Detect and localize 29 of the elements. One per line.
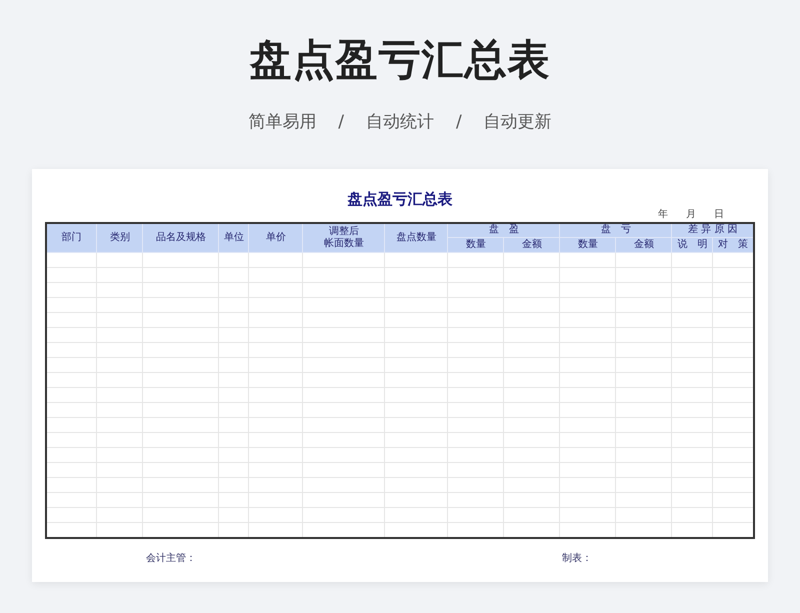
column-header: 单价 [248,222,303,252]
column-header: 部门 [46,222,97,252]
date-label: 年 [658,208,668,220]
column-header: 金额 [616,238,672,252]
column-group-header: 盘 亏 [560,222,672,238]
signature-label: 会计主管： [146,552,197,566]
column-header: 盘点数量 [384,222,448,252]
tagline: 自动统计 [366,111,434,134]
column-header: 对 策 [712,238,754,252]
column-header: 金额 [504,238,560,252]
page-title: 盘点盈亏汇总表 [249,34,551,86]
column-header: 单位 [218,222,249,252]
sheet-title: 盘点盈亏汇总表 [348,188,452,208]
column-header: 类别 [96,222,143,252]
separator-slash: / [338,111,344,134]
signature-label: 制表： [562,552,592,566]
date-label: 月 [686,208,696,220]
column-header: 说 明 [672,238,713,252]
column-header: 数量 [560,238,616,252]
column-header-line: 调整后 [328,226,360,238]
tagline: 简单易用 [248,111,316,134]
column-group-header: 盘 盈 [448,222,560,238]
separator-slash: / [456,111,462,134]
column-group-header: 差 异 原 因 [672,222,754,238]
date-label: 日 [714,208,724,220]
column-header: 数量 [448,238,504,252]
tagline: 自动更新 [484,111,552,134]
column-header-line: 帐面数量 [322,238,365,250]
column-header: 品名及规格 [142,222,219,252]
